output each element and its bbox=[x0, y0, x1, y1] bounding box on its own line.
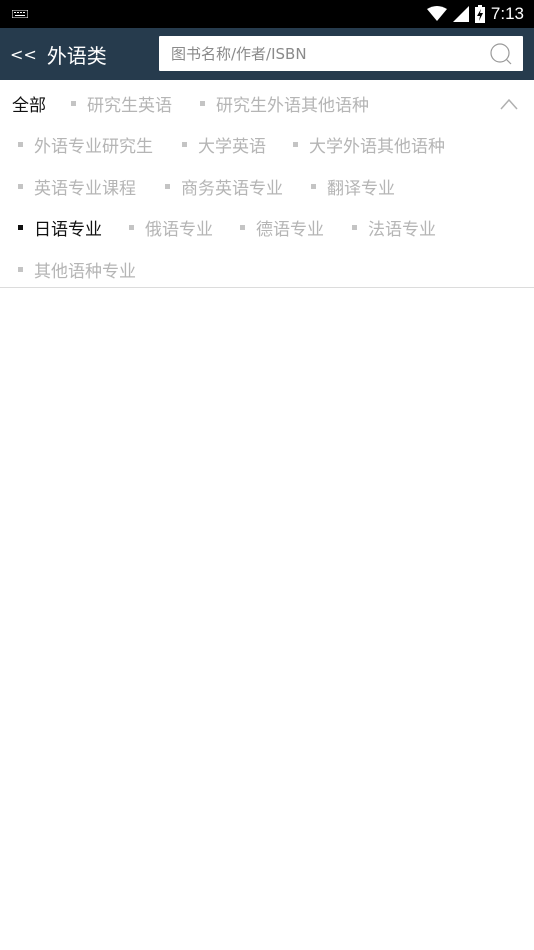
category-label: 翻译专业 bbox=[327, 179, 395, 199]
category-label: 日语专业 bbox=[34, 220, 102, 240]
category-label: 俄语专业 bbox=[145, 220, 213, 240]
status-bar: 7:13 bbox=[0, 0, 534, 28]
category-label: 大学外语其他语种 bbox=[309, 137, 445, 157]
bullet-icon bbox=[240, 225, 245, 230]
category-panel: 全部 研究生英语 研究生外语其他语种 外语专业研究生 大学英语 大学外语其他语种 bbox=[0, 80, 534, 288]
status-time: 7:13 bbox=[490, 4, 524, 23]
bullet-icon bbox=[311, 184, 316, 189]
category-item[interactable]: 商务英语专业 bbox=[165, 166, 283, 207]
category-row: 全部 研究生英语 研究生外语其他语种 bbox=[0, 83, 534, 124]
bullet-icon bbox=[18, 225, 23, 230]
category-item[interactable]: 翻译专业 bbox=[311, 166, 395, 207]
bullet-icon bbox=[129, 225, 134, 230]
bullet-icon bbox=[182, 142, 187, 147]
category-item[interactable]: 德语专业 bbox=[240, 207, 324, 248]
bullet-icon bbox=[352, 225, 357, 230]
category-item-active[interactable]: 日语专业 bbox=[18, 207, 102, 248]
search-input[interactable] bbox=[159, 36, 479, 71]
bullet-icon bbox=[18, 142, 23, 147]
category-label: 大学英语 bbox=[198, 137, 266, 157]
bullet-icon bbox=[18, 267, 23, 272]
wifi-icon bbox=[426, 6, 447, 21]
category-label: 全部 bbox=[12, 96, 46, 116]
category-label: 外语专业研究生 bbox=[34, 137, 153, 157]
category-row: 日语专业 俄语专业 德语专业 法语专业 bbox=[0, 207, 534, 248]
category-item[interactable]: 研究生外语其他语种 bbox=[200, 83, 369, 124]
category-item[interactable]: 英语专业课程 bbox=[18, 166, 136, 207]
category-row: 英语专业课程 商务英语专业 翻译专业 bbox=[0, 166, 534, 207]
battery-charging-icon bbox=[474, 5, 485, 23]
bullet-icon bbox=[18, 184, 23, 189]
category-label: 法语专业 bbox=[368, 220, 436, 240]
category-label: 商务英语专业 bbox=[181, 179, 283, 199]
category-label: 研究生英语 bbox=[87, 96, 172, 116]
category-item[interactable]: 大学外语其他语种 bbox=[293, 124, 445, 165]
category-item[interactable]: 法语专业 bbox=[352, 207, 436, 248]
bullet-icon bbox=[200, 101, 205, 106]
category-label: 英语专业课程 bbox=[34, 179, 136, 199]
category-label: 研究生外语其他语种 bbox=[216, 96, 369, 116]
category-item[interactable]: 其他语种专业 bbox=[18, 249, 136, 290]
keyboard-icon bbox=[12, 10, 28, 18]
category-label: 德语专业 bbox=[256, 220, 324, 240]
category-row: 外语专业研究生 大学英语 大学外语其他语种 bbox=[0, 124, 534, 165]
bullet-icon bbox=[293, 142, 298, 147]
category-all[interactable]: 全部 bbox=[12, 83, 46, 124]
category-item[interactable]: 俄语专业 bbox=[129, 207, 213, 248]
category-item[interactable]: 研究生英语 bbox=[71, 83, 172, 124]
header-bar: << 外语类 bbox=[0, 28, 534, 80]
category-item[interactable]: 外语专业研究生 bbox=[18, 124, 153, 165]
chevron-up-icon[interactable] bbox=[500, 98, 518, 110]
page-title: 外语类 bbox=[46, 43, 107, 68]
category-item[interactable]: 大学英语 bbox=[182, 124, 266, 165]
back-button[interactable]: << 外语类 bbox=[10, 28, 107, 80]
category-label: 其他语种专业 bbox=[34, 262, 136, 282]
search-icon[interactable] bbox=[489, 42, 513, 66]
cell-signal-icon bbox=[452, 6, 469, 22]
category-row: 其他语种专业 bbox=[0, 249, 534, 290]
back-chevron-icon: << bbox=[10, 44, 37, 64]
bullet-icon bbox=[71, 101, 76, 106]
search-box[interactable] bbox=[159, 36, 523, 71]
bullet-icon bbox=[165, 184, 170, 189]
